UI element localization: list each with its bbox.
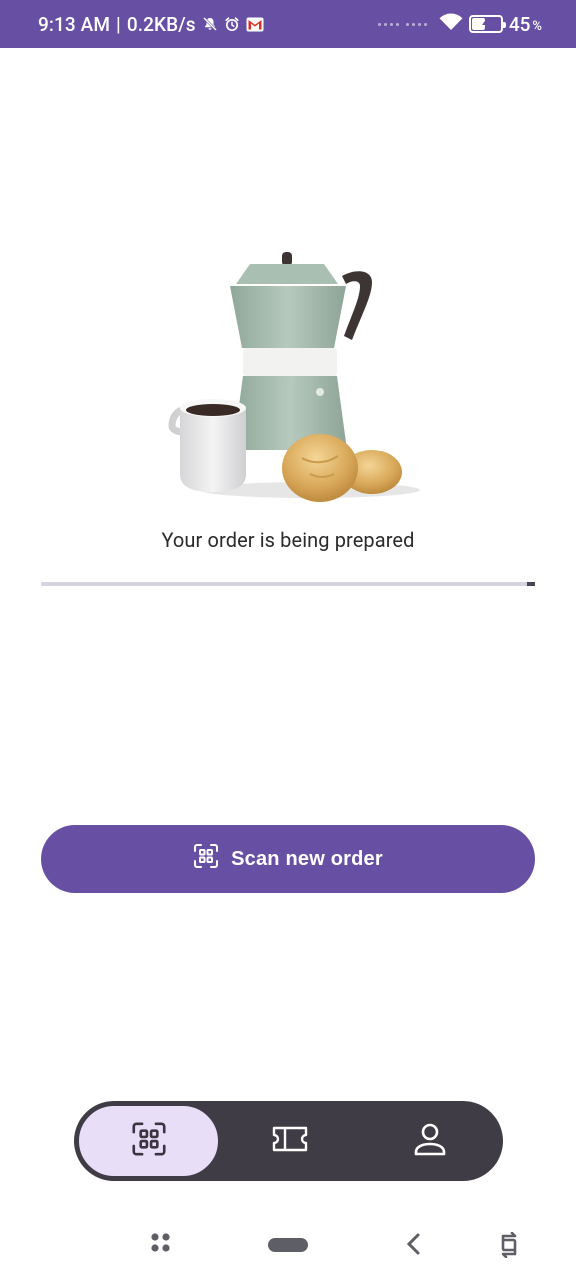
back-chevron-icon[interactable]	[404, 1232, 424, 1256]
order-progress-fill	[41, 582, 535, 586]
status-separator: |	[116, 12, 121, 36]
menu-dots-icon[interactable]	[150, 1232, 172, 1254]
status-bar: 9:13 AM | 0.2KB/s 45 %	[0, 0, 576, 48]
status-right: 45 %	[377, 12, 542, 36]
bottom-navigation	[74, 1101, 503, 1181]
status-left: 9:13 AM | 0.2KB/s	[38, 13, 264, 36]
gmail-icon	[246, 17, 264, 32]
nav-item-scan[interactable]	[77, 1104, 220, 1178]
battery-icon	[468, 15, 506, 33]
qr-scan-icon	[131, 1121, 167, 1161]
ticket-icon	[271, 1124, 309, 1158]
nav-item-tickets[interactable]	[220, 1104, 360, 1178]
signal-strength-icon	[377, 22, 427, 26]
system-navigation-bar	[0, 1210, 576, 1280]
muted-bell-icon	[202, 16, 218, 32]
scan-new-order-button[interactable]: Scan new order	[41, 825, 535, 893]
order-progress-end-marker	[527, 582, 535, 586]
alarm-clock-icon	[224, 16, 240, 32]
wifi-icon	[439, 13, 463, 36]
clock-time: 9:13 AM	[38, 12, 111, 36]
person-icon	[412, 1121, 448, 1161]
order-status-message: Your order is being prepared	[161, 528, 415, 552]
order-progress-bar	[41, 582, 535, 586]
network-speed: 0.2KB/s	[126, 12, 196, 36]
nav-item-profile[interactable]	[360, 1104, 500, 1178]
home-pill-icon[interactable]	[268, 1238, 308, 1252]
qr-scan-icon	[193, 843, 219, 875]
battery-percent: 45	[508, 12, 531, 36]
battery-percent-unit: %	[532, 18, 542, 34]
scan-new-order-label: Scan new order	[231, 847, 383, 870]
coffee-illustration	[150, 244, 420, 504]
rotate-icon[interactable]	[498, 1232, 520, 1258]
